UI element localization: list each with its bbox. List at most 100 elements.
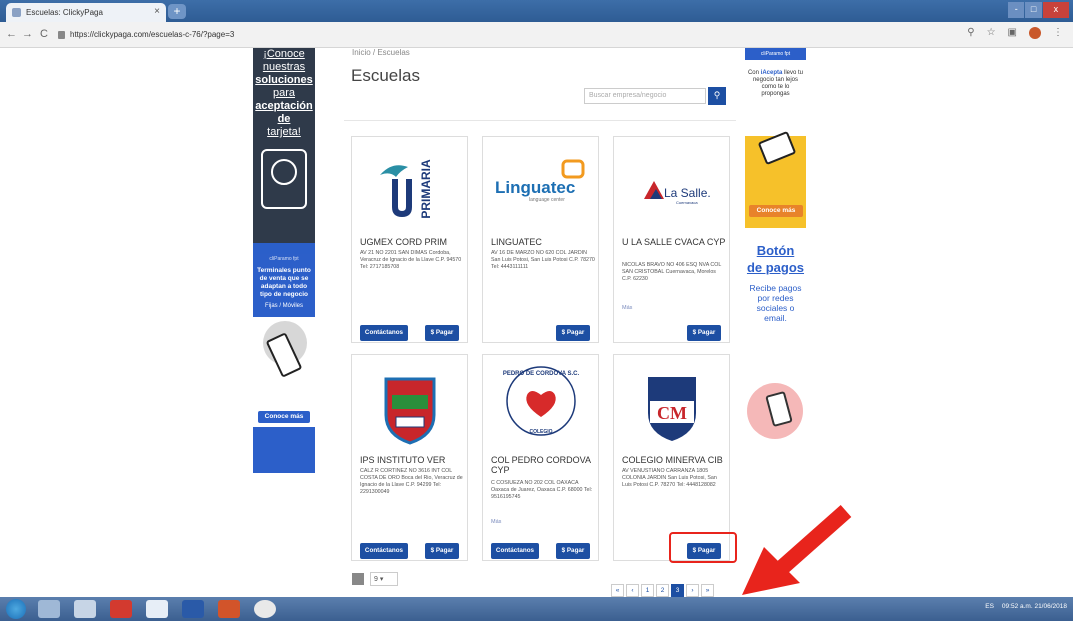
- url-text: https://clickypaga.com/escuelas-c-76/?pa…: [70, 30, 235, 39]
- ad-line-1: ¡Conoce: [263, 48, 305, 60]
- taskbar-powerpoint-icon[interactable]: [218, 600, 240, 618]
- school-name[interactable]: U LA SALLE CVACA CYP: [622, 237, 726, 247]
- divider: [344, 120, 736, 121]
- clock-date: 21/06/2018: [1034, 603, 1067, 610]
- browser-tab-strip: Escuelas: ClickyPaga × + - □ x: [0, 0, 1073, 22]
- taskbar-chrome-icon[interactable]: [254, 600, 276, 618]
- search-input[interactable]: Buscar empresa/negocio: [584, 88, 706, 104]
- forward-button[interactable]: →: [22, 28, 33, 40]
- browser-toolbar-right: ⚲ ☆ ▣ ⋮: [967, 27, 1063, 39]
- school-card: Linguatec language center LINGUATEC AV 1…: [482, 136, 599, 343]
- search-icon: ⚲: [713, 90, 721, 100]
- pay-button[interactable]: $ Pagar: [425, 543, 459, 559]
- close-window-button[interactable]: x: [1042, 2, 1069, 18]
- back-button[interactable]: ←: [6, 28, 17, 40]
- pay-button[interactable]: $ Pagar: [556, 325, 590, 341]
- logo-text: CM: [657, 403, 687, 423]
- school-logo: Linguatec language center: [483, 137, 598, 233]
- per-page-select[interactable]: 9 ▾: [370, 572, 398, 586]
- ad-brand: cliParamo fpt: [253, 243, 315, 267]
- address-bar: ← → C https://clickypaga.com/escuelas-c-…: [0, 22, 1073, 48]
- pay-button[interactable]: $ Pagar: [556, 543, 590, 559]
- tab-title: Escuelas: ClickyPaga: [26, 8, 103, 17]
- school-card: CM COLEGIO MINERVA CIB AV VENUSTIANO CAR…: [613, 354, 730, 561]
- school-address: CALZ R CORTINEZ NO 3616 INT COL COSTA DE…: [360, 468, 463, 495]
- ad-title-2: de pagos: [746, 260, 805, 275]
- page-3-button[interactable]: 3: [671, 584, 684, 597]
- bookmark-star-icon[interactable]: ☆: [987, 27, 996, 39]
- ad-msg-pre: Con: [747, 70, 761, 76]
- maximize-button[interactable]: □: [1025, 2, 1042, 18]
- logo-text: Linguatec: [495, 178, 575, 197]
- reload-button[interactable]: C: [40, 28, 48, 40]
- ad-cta-button[interactable]: Conoce más: [749, 205, 803, 217]
- start-button[interactable]: [6, 599, 26, 619]
- language-indicator[interactable]: ES: [985, 603, 994, 610]
- taskbar-app-icon[interactable]: [146, 600, 168, 618]
- url-field[interactable]: https://clickypaga.com/escuelas-c-76/?pa…: [58, 27, 958, 43]
- school-name[interactable]: IPS INSTITUTO VER: [360, 455, 464, 465]
- more-link[interactable]: Más: [622, 305, 632, 311]
- pos-terminal-icon: [757, 130, 797, 166]
- pay-button[interactable]: $ Pagar: [687, 325, 721, 341]
- search-button[interactable]: ⚲: [708, 87, 726, 105]
- taskbar-word-icon[interactable]: [182, 600, 204, 618]
- ad-payment-button[interactable]: Botón de pagos Recibe pagos por redes so…: [745, 233, 806, 491]
- school-name[interactable]: LINGUATEC: [491, 237, 595, 247]
- ad-iacepta[interactable]: cliParamo fpt Con iAcepta llevo tu negoc…: [745, 48, 806, 228]
- ad-line-5: aceptación de: [255, 100, 313, 125]
- page-2-button[interactable]: 2: [656, 584, 669, 597]
- pay-button[interactable]: $ Pagar: [425, 325, 459, 341]
- lock-icon: [58, 31, 65, 39]
- window-controls: - □ x: [1007, 2, 1069, 18]
- pagination: « ‹ 1 2 3 › »: [611, 584, 714, 597]
- ad-cta-button[interactable]: Conoce más: [258, 411, 310, 423]
- logo-subtext: language center: [529, 197, 565, 203]
- page-1-button[interactable]: 1: [641, 584, 654, 597]
- new-tab-button[interactable]: +: [168, 4, 186, 19]
- zoom-icon[interactable]: ⚲: [967, 27, 974, 39]
- contact-button[interactable]: Contáctanos: [360, 325, 408, 341]
- taskbar: ES 09:52 a.m. 21/06/2018: [0, 597, 1073, 621]
- logo-text: La Salle.: [664, 186, 711, 200]
- tab-close-icon[interactable]: ×: [154, 6, 160, 17]
- more-link[interactable]: Más: [491, 519, 501, 525]
- ad-terminals[interactable]: cliParamo fpt Terminales punto de venta …: [253, 243, 315, 473]
- school-logo: PRIMARIA: [352, 137, 467, 233]
- page-prev-button[interactable]: ‹: [626, 584, 639, 597]
- breadcrumb[interactable]: Inicio / Escuelas: [352, 48, 410, 57]
- taskbar-window-icon[interactable]: [74, 600, 96, 618]
- school-card: PRIMARIA UGMEX CORD PRIM AV 21 NO 2201 S…: [351, 136, 468, 343]
- per-page-control: 9 ▾: [352, 572, 398, 586]
- logo-subtext: Cuernavaca: [676, 200, 698, 205]
- browser-tab[interactable]: Escuelas: ClickyPaga ×: [6, 3, 166, 22]
- school-address: C COSIUEZA NO 202 COL OAXACA Oaxaca de J…: [491, 480, 593, 500]
- page-next-button[interactable]: ›: [686, 584, 699, 597]
- school-address: AV 16 DE MARZO NO 620 COL JARDIN San Lui…: [491, 250, 595, 270]
- ad-brand: cliParamo fpt: [745, 48, 806, 60]
- page-first-button[interactable]: «: [611, 584, 624, 597]
- extension-icon[interactable]: ▣: [1008, 27, 1017, 39]
- school-logo: PEDRO DE CORDOVA S.C. COLEGIO: [483, 355, 598, 451]
- school-card: La Salle. Cuernavaca U LA SALLE CVACA CY…: [613, 136, 730, 343]
- page-last-button[interactable]: »: [701, 584, 714, 597]
- school-address: NICOLAS BRAVO NO 406 ESQ NVA COL SAN CRI…: [622, 262, 722, 282]
- ad-card-acceptance[interactable]: ¡Conoce nuestras soluciones para aceptac…: [253, 48, 315, 263]
- minimize-button[interactable]: -: [1008, 2, 1025, 18]
- taskbar-explorer-icon[interactable]: [38, 600, 60, 618]
- school-logo: La Salle. Cuernavaca: [614, 137, 729, 233]
- school-name[interactable]: UGMEX CORD PRIM: [360, 237, 464, 247]
- ad-subline: Fijas / Móviles: [264, 303, 303, 309]
- school-card: IPS INSTITUTO VER CALZ R CORTINEZ NO 361…: [351, 354, 468, 561]
- ad-line-2: nuestras: [262, 61, 306, 73]
- profile-avatar[interactable]: [1029, 27, 1041, 39]
- school-name[interactable]: COLEGIO MINERVA CIB: [622, 455, 726, 465]
- contact-button[interactable]: Contáctanos: [491, 543, 539, 559]
- clock[interactable]: 09:52 a.m. 21/06/2018: [1002, 603, 1067, 610]
- ad-line-4: para: [272, 87, 296, 99]
- contact-button[interactable]: Contáctanos: [360, 543, 408, 559]
- school-name[interactable]: COL PEDRO CORDOVA CYP: [491, 455, 595, 475]
- taskbar-pdf-icon[interactable]: [110, 600, 132, 618]
- favicon-icon: [12, 8, 21, 17]
- menu-kebab-icon[interactable]: ⋮: [1053, 27, 1063, 39]
